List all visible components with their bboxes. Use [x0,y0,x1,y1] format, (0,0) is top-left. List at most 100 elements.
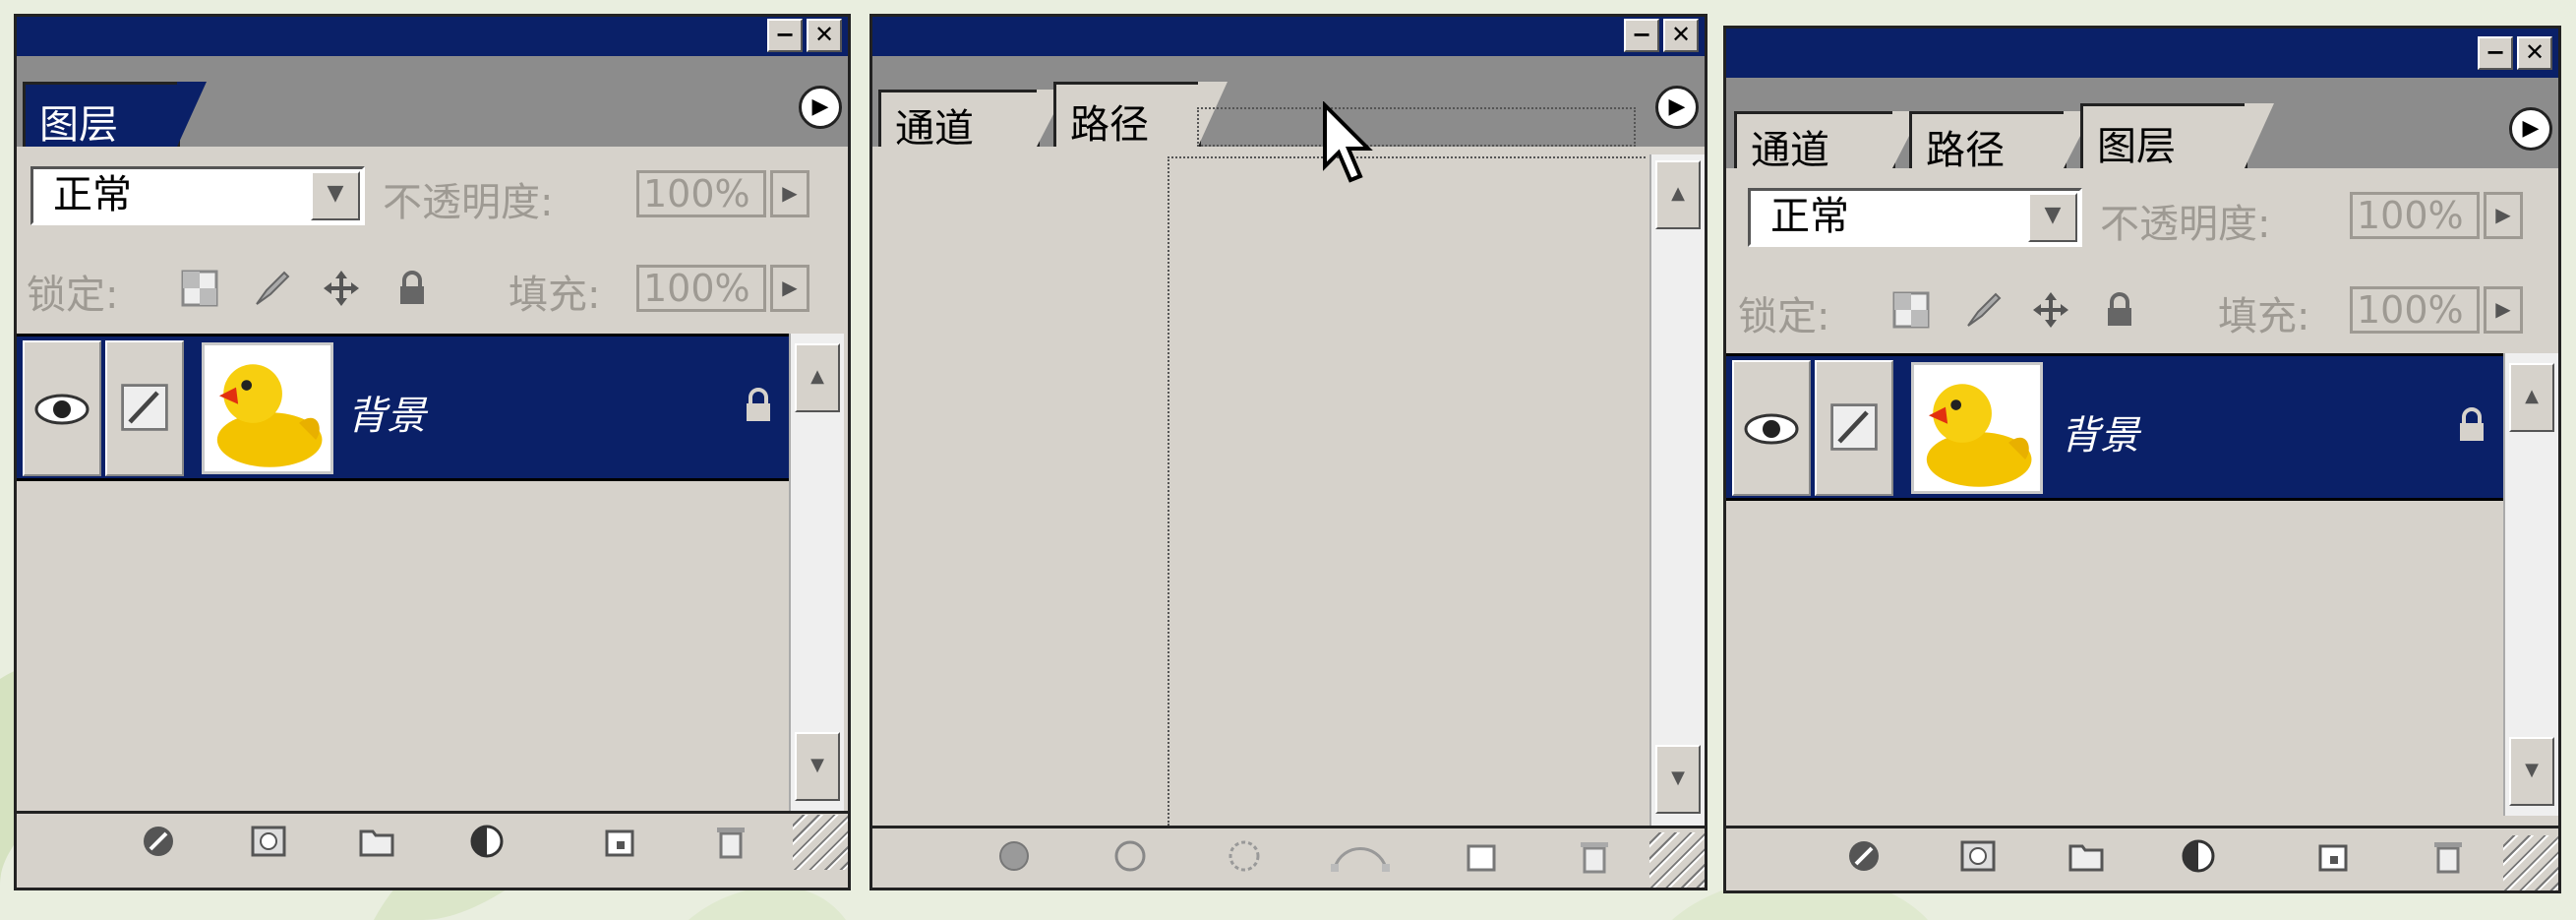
stroke-path-icon[interactable] [1110,836,1150,876]
opacity-input[interactable]: 100% [636,170,766,217]
layer-row-background[interactable]: 背景 [17,334,789,481]
resize-grip[interactable] [1649,832,1705,888]
tab-label: 路径 [1926,128,2005,173]
fill-input[interactable]: 100% [636,265,766,312]
layer-mask-icon[interactable] [249,822,288,861]
link-toggle[interactable] [1815,360,1893,496]
opacity-label: 不透明度: [383,180,554,225]
close-button[interactable]: ✕ [807,19,842,52]
tab-strip: 图层 ▶ [17,56,848,148]
tab-paths[interactable]: 路径 [1053,82,1228,148]
layer-mask-icon[interactable] [1958,836,1998,876]
visibility-toggle[interactable] [1732,360,1811,496]
trash-icon[interactable] [711,822,750,861]
lock-image-icon[interactable] [1962,290,2002,330]
blend-row: 正常 ▼ 不透明度: 100% ▶ [1726,168,2558,263]
adjustment-layer-icon[interactable] [467,822,507,861]
lock-row: 锁定: 填充: 100% ▶ [17,241,848,336]
drag-placeholder-outline [1168,156,1646,826]
layers-panel: − ✕ 图层 ▶ 正常 ▼ 不透明度: 100% ▶ 锁定: 填充: 100% … [14,14,851,890]
fill-label: 填充: [2218,294,2310,339]
minimize-button[interactable]: − [1624,19,1659,52]
layer-style-icon[interactable] [139,822,178,861]
load-selection-icon[interactable] [1225,836,1264,876]
layer-row-background[interactable]: 背景 [1726,353,2503,501]
fill-input[interactable]: 100% [2350,286,2480,334]
panel-menu-button[interactable]: ▶ [2509,107,2552,151]
make-work-path-icon[interactable] [1329,836,1392,876]
new-path-icon[interactable] [1461,836,1500,876]
close-button[interactable]: ✕ [2517,36,2552,70]
minimize-button[interactable]: − [767,19,803,52]
fill-path-icon[interactable] [994,836,1034,876]
paths-panel: − ✕ 通道 路径 ▶ ▲ ▼ [869,14,1707,890]
mouse-cursor-icon [1323,101,1373,183]
new-layer-icon[interactable] [2312,836,2352,876]
panel-titlebar[interactable]: − ✕ [872,17,1705,56]
paths-bottom-toolbar [872,826,1705,888]
tab-label: 通道 [895,106,974,152]
lock-label: 锁定: [1738,294,1830,339]
fill-slider-button[interactable]: ▶ [770,265,809,312]
new-layer-icon[interactable] [599,822,638,861]
scroll-down-arrow[interactable]: ▼ [1655,745,1701,814]
tab-channels[interactable]: 通道 [1734,111,1922,173]
lock-position-icon[interactable] [322,269,361,308]
tab-paths[interactable]: 路径 [1909,111,2093,173]
new-group-icon[interactable] [2067,836,2106,876]
blend-mode-value: 正常 [1770,194,1849,239]
blend-mode-value: 正常 [53,172,132,217]
lock-all-icon[interactable] [392,269,432,308]
trash-icon[interactable] [2428,836,2468,876]
link-toggle[interactable] [105,340,184,476]
layer-thumbnail[interactable] [1911,362,2043,494]
new-group-icon[interactable] [357,822,396,861]
layers-scrollbar[interactable]: ▲ ▼ [2503,353,2558,816]
panel-titlebar[interactable]: − ✕ [1726,29,2558,78]
lock-all-icon[interactable] [2100,290,2139,330]
minimize-button[interactable]: − [2478,36,2513,70]
tab-layers[interactable]: 图层 [23,82,207,148]
resize-grip[interactable] [2503,835,2558,890]
scroll-down-arrow[interactable]: ▼ [795,732,840,801]
adjustment-layer-icon[interactable] [2179,836,2218,876]
lock-transparent-icon[interactable] [1891,290,1931,330]
duck-icon [216,364,323,467]
lock-transparent-icon[interactable] [180,269,219,308]
tab-strip: 通道 路径 图层 ▶ [1726,78,2558,173]
opacity-input[interactable]: 100% [2350,192,2480,239]
brush-icon [121,384,168,431]
fill-label: 填充: [509,273,601,318]
trash-icon[interactable] [1575,836,1614,876]
chevron-down-icon[interactable]: ▼ [311,171,360,220]
lock-position-icon[interactable] [2031,290,2070,330]
drag-target-outline [1197,107,1636,147]
scroll-up-arrow[interactable]: ▲ [795,343,840,412]
panel-titlebar[interactable]: − ✕ [17,17,848,56]
blend-row: 正常 ▼ 不透明度: 100% ▶ [17,147,848,241]
paths-scrollbar[interactable]: ▲ ▼ [1649,154,1705,826]
close-button[interactable]: ✕ [1663,19,1699,52]
visibility-toggle[interactable] [23,340,101,476]
scroll-down-arrow[interactable]: ▼ [2509,737,2554,806]
scroll-up-arrow[interactable]: ▲ [2509,363,2554,432]
layers-scrollbar[interactable]: ▲ ▼ [789,334,844,811]
tab-layers[interactable]: 图层 [2080,103,2274,169]
chevron-down-icon[interactable]: ▼ [2028,193,2077,242]
scroll-up-arrow[interactable]: ▲ [1655,160,1701,229]
blend-mode-select[interactable]: 正常 ▼ [30,166,365,225]
panel-menu-button[interactable]: ▶ [799,86,842,129]
layer-thumbnail[interactable] [202,342,333,474]
paths-list [872,147,1705,826]
tab-label: 通道 [1751,128,1829,173]
lock-image-icon[interactable] [251,269,290,308]
opacity-slider-button[interactable]: ▶ [2484,192,2523,239]
layer-style-icon[interactable] [1844,836,1884,876]
resize-grip[interactable] [793,815,848,870]
blend-mode-select[interactable]: 正常 ▼ [1748,188,2082,247]
tab-channels[interactable]: 通道 [878,90,1066,152]
opacity-slider-button[interactable]: ▶ [770,170,809,217]
panel-menu-button[interactable]: ▶ [1655,86,1699,129]
lock-icon [747,388,770,421]
fill-slider-button[interactable]: ▶ [2484,286,2523,334]
